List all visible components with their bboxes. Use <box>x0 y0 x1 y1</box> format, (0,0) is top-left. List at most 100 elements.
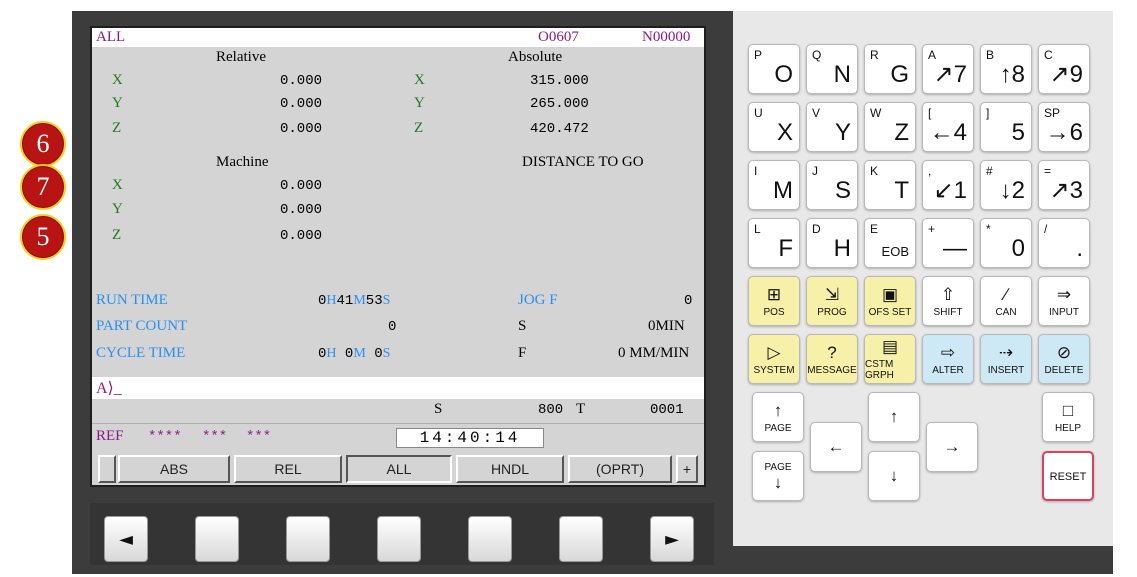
screen-title-bar <box>92 28 704 47</box>
key-c-9[interactable]: C ↗9 <box>1038 44 1090 94</box>
key-r-g[interactable]: RG <box>864 44 916 94</box>
clock: 14:40:14 <box>396 428 544 448</box>
screen-mode: ALL <box>96 29 126 45</box>
help-button[interactable]: □ HELP <box>1042 392 1094 442</box>
insert-button[interactable]: ⇢ INSERT <box>980 334 1032 384</box>
part-count-value: 0 <box>388 319 397 335</box>
machine-y-label: Y <box>112 201 123 217</box>
prog-button[interactable]: ⇲ PROG <box>806 276 858 326</box>
absolute-x-label: X <box>414 72 425 88</box>
delete-icon: ⊘ <box>1056 342 1072 362</box>
down-arrow-icon: ↓ <box>889 466 899 485</box>
key-v-y[interactable]: VY <box>806 102 858 152</box>
system-button[interactable]: ▷ SYSTEM <box>748 334 800 384</box>
key-b-8[interactable]: B ↑8 <box>980 44 1032 94</box>
machine-title: Machine <box>216 154 269 170</box>
feed-rate-value: 0 MM/MIN <box>618 345 690 361</box>
alter-button[interactable]: ⇨ ALTER <box>922 334 974 384</box>
status-field-1: **** <box>148 429 182 445</box>
key-l-f[interactable]: LF <box>748 218 800 268</box>
cursor-down-button[interactable]: ↓ <box>868 451 920 501</box>
softkey-right-arrow-button[interactable]: ► <box>650 516 694 562</box>
key-comma-1[interactable]: , ↙1 <box>922 160 974 210</box>
delete-button[interactable]: ⊘ DELETE <box>1038 334 1090 384</box>
status-field-3: *** <box>246 429 272 445</box>
page-down-button[interactable]: PAGE ↓ <box>752 451 804 501</box>
run-time-label: RUN TIME <box>96 292 168 308</box>
message-button[interactable]: ? MESSAGE <box>806 334 858 384</box>
shift-button[interactable]: ⇧ SHIFT <box>922 276 974 326</box>
cstm-grph-button[interactable]: ▤ CSTM GRPH <box>864 334 916 384</box>
absolute-z-label: Z <box>414 120 424 136</box>
softkey-blank[interactable] <box>98 455 116 483</box>
tool-label: T <box>576 401 586 417</box>
machine-z-label: Z <box>112 227 122 243</box>
key-sp-6[interactable]: SP →6 <box>1038 102 1090 152</box>
key-bracket-5[interactable]: ] 5 <box>980 102 1032 152</box>
key-star-0[interactable]: * 0 <box>980 218 1032 268</box>
softkey-all[interactable]: ALL <box>346 455 452 483</box>
key-q-n[interactable]: QN <box>806 44 858 94</box>
machine-x-label: X <box>112 177 123 193</box>
softkey-next[interactable]: + <box>676 455 698 483</box>
softkey-rel[interactable]: REL <box>234 455 342 483</box>
key-j-s[interactable]: JS <box>806 160 858 210</box>
reset-button[interactable]: RESET <box>1042 451 1094 501</box>
key-slash-dot[interactable]: /. <box>1038 218 1090 268</box>
key-hash-2[interactable]: # ↓2 <box>980 160 1032 210</box>
run-time-value: 0H41M53S <box>318 293 391 309</box>
status-field-2: *** <box>202 429 228 445</box>
callout-marker: 7 <box>20 164 66 210</box>
key-d-h[interactable]: DH <box>806 218 858 268</box>
hardware-softkey-4[interactable] <box>468 516 512 562</box>
key-equals-3[interactable]: = ↗3 <box>1038 160 1090 210</box>
relative-y-label: Y <box>112 95 123 111</box>
hardware-softkey-3[interactable] <box>377 516 421 562</box>
softkey-oprt[interactable]: (OPRT) <box>568 455 672 483</box>
prog-icon: ⇲ <box>824 284 840 304</box>
relative-title: Relative <box>216 49 266 65</box>
up-arrow-icon: ↑ <box>889 407 899 426</box>
ofs-set-button[interactable]: ▣ OFS SET <box>864 276 916 326</box>
spindle-speed-value: 0MIN <box>648 318 685 334</box>
callout-marker: 6 <box>20 121 66 167</box>
cycle-time-label: CYCLE TIME <box>96 345 186 361</box>
pos-button[interactable]: ⊞ POS <box>748 276 800 326</box>
softkey-abs[interactable]: ABS <box>118 455 230 483</box>
input-button[interactable]: ⇒ INPUT <box>1038 276 1090 326</box>
softkey-hndl[interactable]: HNDL <box>456 455 564 483</box>
absolute-y-value: 265.000 <box>530 96 589 112</box>
cursor-up-button[interactable]: ↑ <box>868 392 920 442</box>
left-triangle-icon: ◄ <box>119 528 133 550</box>
key-u-x[interactable]: UX <box>748 102 800 152</box>
input-buffer-line[interactable]: A⟩_ <box>92 377 704 399</box>
cycle-time-value: 0H 0M 0S <box>318 346 391 362</box>
key-e-eob[interactable]: E EOB <box>864 218 916 268</box>
page-up-button[interactable]: ↑ PAGE <box>752 392 804 442</box>
spindle-label: S <box>434 401 443 417</box>
key-w-z[interactable]: WZ <box>864 102 916 152</box>
part-count-label: PART COUNT <box>96 318 188 334</box>
absolute-title: Absolute <box>508 49 563 65</box>
hardware-softkey-5[interactable] <box>559 516 603 562</box>
relative-x-label: X <box>112 72 123 88</box>
key-bracket-4[interactable]: [←4 <box>922 102 974 152</box>
spindle-value: 800 <box>538 402 564 418</box>
sequence-number: N00000 <box>642 29 691 45</box>
pos-icon: ⊞ <box>766 284 782 304</box>
hardware-softkey-1[interactable] <box>195 516 239 562</box>
cursor-right-button[interactable]: → <box>926 422 978 472</box>
cursor-left-button[interactable]: ← <box>810 422 862 472</box>
right-arrow-icon: → <box>943 437 961 456</box>
key-a-7[interactable]: A ↗7 <box>922 44 974 94</box>
key-k-t[interactable]: KT <box>864 160 916 210</box>
relative-z-label: Z <box>112 120 122 136</box>
up-arrow-icon: ↑ <box>773 400 783 420</box>
key-i-m[interactable]: IM <box>748 160 800 210</box>
softkey-left-arrow-button[interactable]: ◄ <box>104 516 148 562</box>
hardware-softkey-2[interactable] <box>286 516 330 562</box>
key-plus-minus[interactable]: + — <box>922 218 974 268</box>
key-p-o[interactable]: PO <box>748 44 800 94</box>
jog-f-value: 0 <box>684 293 693 309</box>
can-button[interactable]: ∕ CAN <box>980 276 1032 326</box>
